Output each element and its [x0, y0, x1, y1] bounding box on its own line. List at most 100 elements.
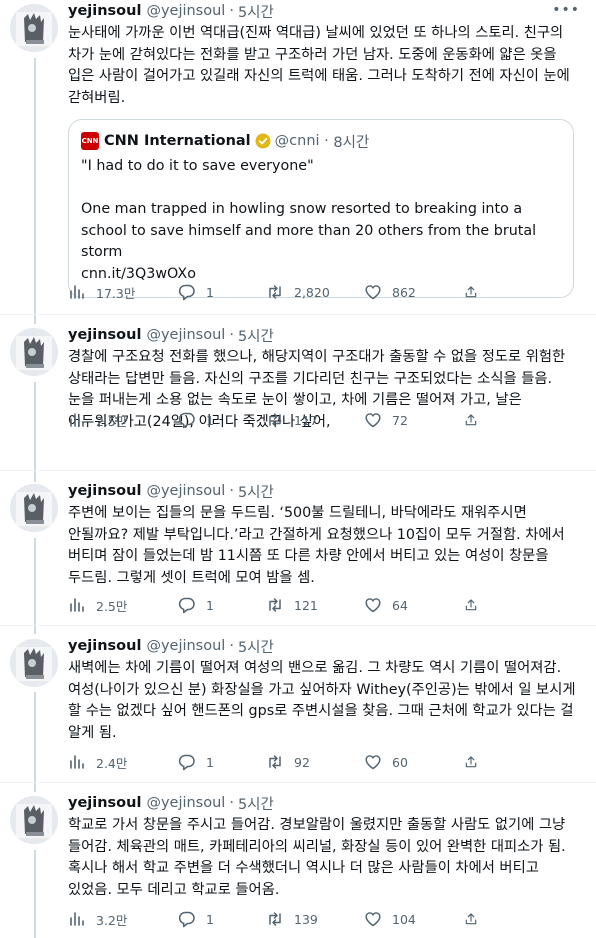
retweet-icon — [269, 755, 281, 769]
author-handle[interactable]: @yejinsoul — [146, 3, 225, 19]
avatar[interactable] — [10, 639, 58, 687]
retweet-button[interactable]: 121 — [266, 595, 364, 615]
retweet-count: 139 — [294, 911, 318, 927]
like-button[interactable]: 862 — [364, 282, 464, 302]
author-name[interactable]: yejinsoul — [68, 327, 141, 343]
reply-count: 1 — [206, 911, 214, 927]
analytics-icon — [70, 598, 84, 612]
share-button[interactable] — [464, 410, 488, 430]
author-name[interactable]: yejinsoul — [68, 483, 141, 499]
reply-button[interactable]: 1 — [178, 752, 266, 772]
heart-icon — [365, 755, 381, 770]
reply-icon — [178, 597, 195, 614]
share-icon — [465, 913, 477, 925]
timestamp[interactable]: 5시간 — [238, 325, 274, 346]
author-handle[interactable]: @yejinsoul — [146, 483, 225, 499]
heart-icon — [365, 912, 381, 927]
share-button[interactable] — [464, 282, 488, 302]
reply-button[interactable]: 1 — [178, 595, 266, 615]
reply-count: 1 — [206, 754, 214, 770]
separator-dot: · — [229, 483, 234, 499]
retweet-count: 2,820 — [294, 284, 330, 300]
analytics-icon — [70, 912, 84, 926]
tweet-text: 학교로 가서 창문을 주시고 들어감. 경보알람이 울렸지만 출동할 사람도 없… — [68, 817, 566, 898]
heart-icon — [365, 598, 381, 613]
thread-line — [34, 692, 36, 792]
quoted-tweet[interactable]: CNN CNN International @cnni · 8시간 "I had… — [68, 119, 574, 298]
like-button[interactable]: 104 — [364, 909, 464, 929]
reply-button[interactable]: 1 — [178, 909, 266, 929]
share-icon — [465, 756, 477, 768]
like-count: 862 — [392, 284, 416, 300]
tweet-text: 눈사태에 가까운 이번 역대급(진짜 역대급) 날씨에 있었던 또 하나의 스토… — [68, 25, 570, 106]
author-handle[interactable]: @yejinsoul — [146, 327, 225, 343]
avatar[interactable] — [10, 328, 58, 376]
retweet-icon — [269, 912, 281, 926]
reply-count: 1 — [206, 412, 214, 428]
timestamp[interactable]: 5시간 — [238, 1, 274, 22]
avatar[interactable] — [10, 796, 58, 844]
separator-dot: · — [229, 3, 234, 19]
retweet-count: 92 — [294, 754, 310, 770]
like-count: 104 — [392, 911, 416, 927]
reply-button[interactable]: 1 — [178, 282, 266, 302]
share-button[interactable] — [464, 909, 488, 929]
views-button[interactable]: 17.3만 — [68, 282, 178, 302]
tweet-text: 주변에 보이는 집들의 문을 두드림. ‘500불 드릴테니, 바닥에라도 재워… — [68, 505, 565, 586]
like-button[interactable]: 64 — [364, 595, 464, 615]
author-handle[interactable]: @yejinsoul — [146, 638, 225, 654]
separator-dot: · — [319, 133, 334, 149]
retweet-icon — [269, 413, 281, 427]
like-button[interactable]: 60 — [364, 752, 464, 772]
reply-icon — [178, 911, 195, 928]
views-count: 2.5만 — [96, 413, 128, 429]
timestamp[interactable]: 5시간 — [238, 793, 274, 814]
like-count: 72 — [392, 412, 408, 428]
timestamp[interactable]: 5시간 — [238, 636, 274, 657]
separator-dot: · — [229, 795, 234, 811]
retweet-icon — [269, 598, 281, 612]
author-handle[interactable]: @yejinsoul — [146, 795, 225, 811]
author-name[interactable]: yejinsoul — [68, 638, 141, 654]
views-button[interactable]: 2.4만 — [68, 752, 178, 772]
reply-icon — [178, 754, 195, 771]
like-button[interactable]: 72 — [364, 410, 464, 430]
reply-button[interactable]: 1 — [178, 410, 266, 430]
analytics-icon — [70, 285, 84, 299]
views-count: 17.3만 — [96, 285, 136, 301]
views-button[interactable]: 2.5만 — [68, 410, 178, 430]
thread-line — [34, 538, 36, 634]
timestamp[interactable]: 5시간 — [238, 481, 274, 502]
retweet-icon — [269, 285, 281, 299]
quoted-text-line1: "I had to do it to save everyone" — [81, 158, 314, 174]
retweet-button[interactable]: 92 — [266, 752, 364, 772]
views-button[interactable]: 2.5만 — [68, 595, 178, 615]
author-name[interactable]: yejinsoul — [68, 3, 141, 19]
thread-line — [34, 850, 36, 938]
tweet-text: 새벽에는 차에 기름이 떨어져 여성의 밴으로 옮김. 그 차량도 역시 기름이… — [68, 660, 576, 741]
avatar[interactable] — [10, 4, 58, 52]
heart-icon — [365, 413, 381, 428]
retweet-button[interactable]: 117 — [266, 410, 364, 430]
thread-line — [34, 382, 36, 482]
divider — [0, 625, 596, 626]
author-name[interactable]: yejinsoul — [68, 795, 141, 811]
share-button[interactable] — [464, 595, 488, 615]
retweet-button[interactable]: 2,820 — [266, 282, 364, 302]
thread-line — [34, 58, 36, 324]
views-button[interactable]: 3.2만 — [68, 909, 178, 929]
cnn-logo-icon: CNN — [81, 132, 99, 150]
more-options-icon[interactable]: ••• — [552, 2, 580, 18]
views-count: 3.2만 — [96, 912, 128, 928]
reply-icon — [178, 284, 195, 301]
divider — [0, 782, 596, 783]
share-button[interactable] — [464, 752, 488, 772]
heart-icon — [365, 285, 381, 300]
analytics-icon — [70, 755, 84, 769]
reply-count: 1 — [206, 284, 214, 300]
like-count: 64 — [392, 597, 408, 613]
share-icon — [465, 286, 477, 298]
avatar[interactable] — [10, 484, 58, 532]
like-count: 60 — [392, 754, 408, 770]
retweet-button[interactable]: 139 — [266, 909, 364, 929]
